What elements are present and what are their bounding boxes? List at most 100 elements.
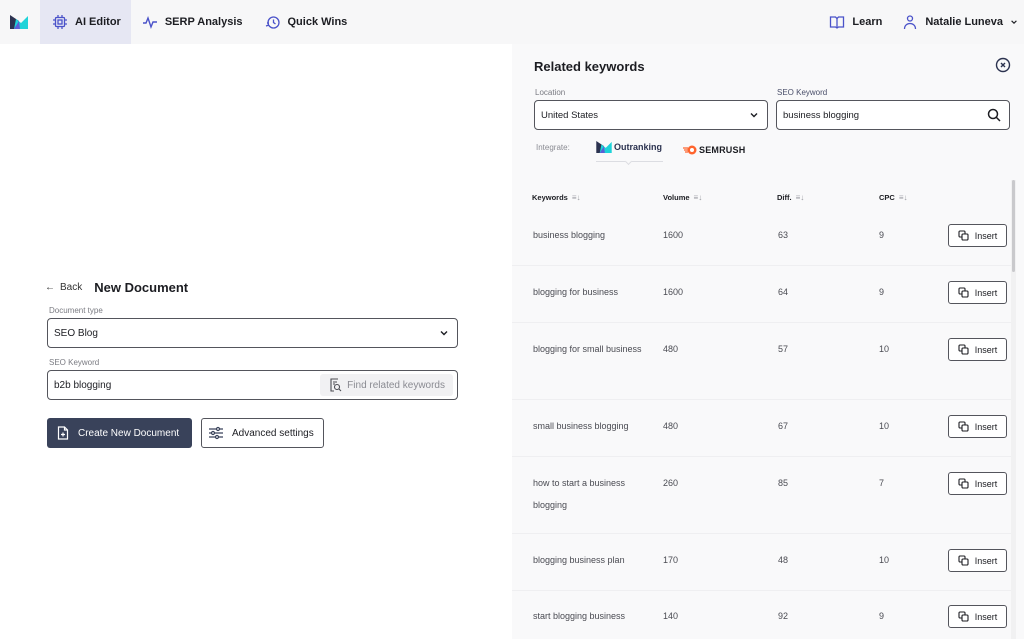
- insert-label: Insert: [974, 611, 998, 622]
- create-new-document-button[interactable]: Create New Document: [47, 418, 192, 448]
- copy-icon: [958, 555, 969, 566]
- difficulty-cell: 92: [778, 611, 789, 621]
- semrush-logo-icon: [683, 145, 697, 155]
- semrush-integration-tab[interactable]: SEMRUSH: [683, 145, 745, 155]
- column-header-diff[interactable]: Diff. ≡↓: [777, 193, 804, 202]
- chevron-down-icon: [750, 113, 758, 118]
- column-header-cpc-label: CPC: [879, 193, 895, 202]
- find-related-keywords-label: Find related keywords: [347, 379, 445, 391]
- keyword-row: blogging for business 1600 64 9 Insert: [512, 266, 1012, 323]
- nav-learn[interactable]: Learn: [829, 0, 882, 44]
- file-plus-icon: [57, 426, 69, 440]
- column-header-volume[interactable]: Volume ≡↓: [663, 193, 702, 202]
- find-related-keywords-button[interactable]: Find related keywords: [320, 374, 453, 396]
- volume-cell: 1600: [663, 230, 684, 240]
- keyword-row: blogging for small business 480 57 10 Insert: [512, 323, 1012, 400]
- arrow-left-icon: ←: [45, 282, 55, 293]
- scrollbar-thumb[interactable]: [1012, 180, 1015, 272]
- document-type-select[interactable]: SEO Blog: [47, 318, 458, 348]
- insert-label: Insert: [974, 287, 998, 298]
- insert-button[interactable]: Insert: [948, 224, 1007, 247]
- pulse-icon: [142, 15, 157, 30]
- new-document-panel: ← Back New Document Document type SEO Bl…: [0, 44, 512, 639]
- insert-button[interactable]: Insert: [948, 605, 1007, 628]
- location-select[interactable]: United States: [534, 100, 768, 130]
- keyword-cell: blogging for business: [533, 287, 619, 297]
- active-tab-caret: [624, 157, 633, 166]
- related-keyword-value: business blogging: [783, 109, 860, 121]
- user-icon: [904, 15, 917, 30]
- user-name: Natalie Luneva: [925, 16, 1003, 28]
- insert-label: Insert: [974, 421, 998, 432]
- volume-cell: 1600: [663, 287, 684, 297]
- outranking-logo[interactable]: [4, 0, 34, 44]
- insert-button[interactable]: Insert: [948, 549, 1007, 572]
- keyword-row: start blogging business 140 92 9 Insert: [512, 591, 1012, 639]
- page-title: New Document: [94, 280, 189, 295]
- cpc-cell: 7: [879, 478, 885, 488]
- copy-icon: [958, 230, 969, 241]
- volume-cell: 260: [663, 478, 679, 488]
- insert-label: Insert: [974, 344, 998, 355]
- create-new-document-label: Create New Document: [78, 427, 180, 439]
- volume-cell: 140: [663, 611, 679, 621]
- semrush-label: SEMRUSH: [699, 145, 746, 155]
- copy-icon: [958, 287, 969, 298]
- insert-button[interactable]: Insert: [948, 472, 1007, 495]
- difficulty-cell: 67: [778, 421, 789, 431]
- chip-icon: [53, 15, 67, 29]
- keyword-cell: small business blogging: [533, 421, 629, 431]
- seo-keyword-label: SEO Keyword: [777, 88, 828, 97]
- nav-ai-editor[interactable]: AI Editor: [40, 0, 131, 44]
- column-header-diff-label: Diff.: [777, 193, 792, 202]
- insert-button[interactable]: Insert: [948, 415, 1007, 438]
- cpc-cell: 9: [879, 611, 885, 621]
- keyword-cell: start blogging business: [533, 611, 626, 621]
- top-navigation: AI Editor SERP Analysis Quick Wins Learn: [0, 0, 1024, 44]
- outranking-label: Outranking: [614, 142, 663, 152]
- insert-button[interactable]: Insert: [948, 338, 1007, 361]
- volume-cell: 480: [663, 344, 679, 354]
- copy-icon: [958, 344, 969, 355]
- seo-keyword-input[interactable]: b2b blogging Find related keywords: [47, 370, 458, 400]
- keyword-row: blogging business plan 170 48 10 Insert: [512, 534, 1012, 591]
- related-keywords-panel: Related keywords Location United States …: [512, 44, 1024, 639]
- difficulty-cell: 63: [778, 230, 789, 240]
- difficulty-cell: 57: [778, 344, 789, 354]
- back-button[interactable]: ← Back: [45, 282, 82, 293]
- nav-serp-analysis[interactable]: SERP Analysis: [131, 0, 254, 44]
- cpc-cell: 10: [879, 421, 890, 431]
- advanced-settings-button[interactable]: Advanced settings: [201, 418, 324, 448]
- outranking-integration-tab[interactable]: Outranking: [596, 141, 662, 153]
- document-search-icon: [330, 378, 342, 392]
- insert-label: Insert: [974, 230, 998, 241]
- keyword-cell: business blogging: [533, 230, 606, 240]
- chevron-down-icon: [1011, 20, 1017, 24]
- book-icon: [830, 16, 845, 29]
- cpc-cell: 10: [879, 555, 890, 565]
- search-icon[interactable]: [987, 108, 1001, 122]
- difficulty-cell: 48: [778, 555, 789, 565]
- nav-serp-analysis-label: SERP Analysis: [164, 16, 243, 28]
- volume-cell: 480: [663, 421, 679, 431]
- cpc-cell: 10: [879, 344, 890, 354]
- column-header-keywords-label: Keywords: [532, 193, 568, 202]
- copy-icon: [958, 421, 969, 432]
- column-header-cpc[interactable]: CPC ≡↓: [879, 193, 908, 202]
- insert-button[interactable]: Insert: [948, 281, 1007, 304]
- quick-wins-icon: [265, 16, 280, 29]
- close-icon[interactable]: [995, 57, 1011, 73]
- user-menu[interactable]: Natalie Luneva: [902, 0, 1018, 44]
- sort-icon: ≡↓: [693, 193, 703, 202]
- outranking-logo-icon: [596, 141, 612, 153]
- back-label: Back: [60, 282, 83, 293]
- keyword-row: small business blogging 480 67 10 Insert: [512, 400, 1012, 457]
- seo-keyword-value: b2b blogging: [54, 379, 112, 391]
- document-type-value: SEO Blog: [54, 327, 98, 339]
- volume-cell: 170: [663, 555, 679, 565]
- related-keyword-search-input[interactable]: business blogging: [776, 100, 1010, 130]
- column-header-keywords[interactable]: Keywords ≡↓: [532, 193, 581, 202]
- nav-ai-editor-label: AI Editor: [75, 16, 121, 28]
- nav-quick-wins[interactable]: Quick Wins: [254, 0, 359, 44]
- seo-keyword-label: SEO Keyword: [49, 358, 100, 367]
